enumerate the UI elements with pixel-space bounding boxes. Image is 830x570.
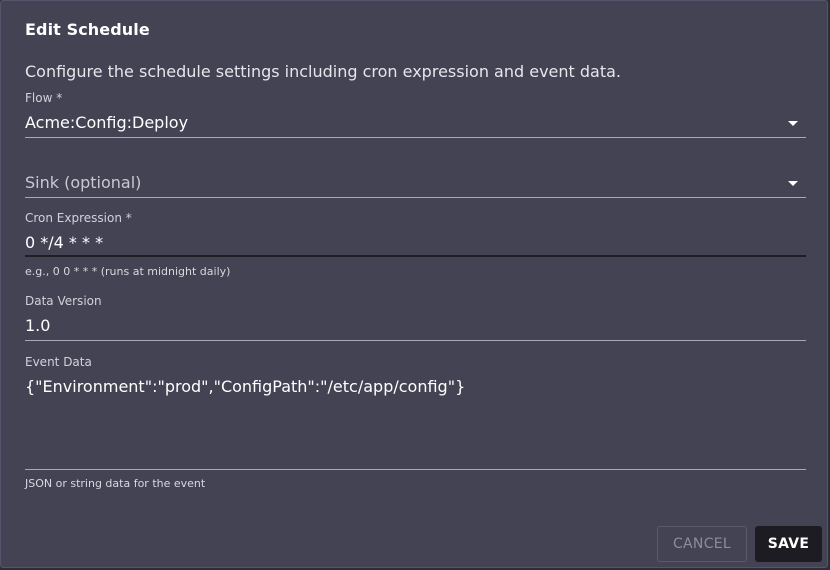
event-data-underline	[25, 469, 806, 470]
edit-schedule-dialog: Edit Schedule Configure the schedule set…	[0, 0, 828, 568]
event-data-helper-text: JSON or string data for the event	[25, 477, 206, 490]
chevron-down-icon[interactable]	[788, 181, 798, 186]
save-button[interactable]: SAVE	[755, 526, 822, 562]
data-version-input[interactable]: 1.0	[25, 316, 50, 335]
flow-value: Acme:Config:Deploy	[25, 113, 189, 132]
cancel-button[interactable]: CANCEL	[657, 526, 747, 562]
event-data-textarea[interactable]: {"Environment":"prod","ConfigPath":"/etc…	[25, 377, 465, 396]
event-data-field[interactable]: Event Data {"Environment":"prod","Config…	[25, 355, 806, 495]
chevron-down-icon[interactable]	[788, 121, 798, 126]
cron-underline	[25, 255, 806, 257]
data-version-underline	[25, 340, 806, 341]
flow-underline	[25, 137, 806, 138]
dialog-description: Configure the schedule settings includin…	[25, 62, 622, 81]
cron-label: Cron Expression *	[25, 211, 132, 225]
data-version-field[interactable]: Data Version 1.0	[25, 294, 806, 342]
cron-expression-field[interactable]: Cron Expression * 0 */4 * * * e.g., 0 0 …	[25, 211, 806, 281]
dialog-title: Edit Schedule	[25, 20, 150, 39]
sink-placeholder: Sink (optional)	[25, 173, 142, 192]
sink-select[interactable]: Sink (optional)	[25, 163, 806, 199]
data-version-label: Data Version	[25, 294, 102, 308]
cron-input[interactable]: 0 */4 * * *	[25, 233, 103, 252]
cron-helper-text: e.g., 0 0 * * * (runs at midnight daily)	[25, 265, 231, 278]
sink-underline	[25, 197, 806, 198]
event-data-label: Event Data	[25, 355, 92, 369]
flow-select[interactable]: Flow * Acme:Config:Deploy	[25, 91, 806, 139]
flow-label: Flow *	[25, 91, 63, 105]
